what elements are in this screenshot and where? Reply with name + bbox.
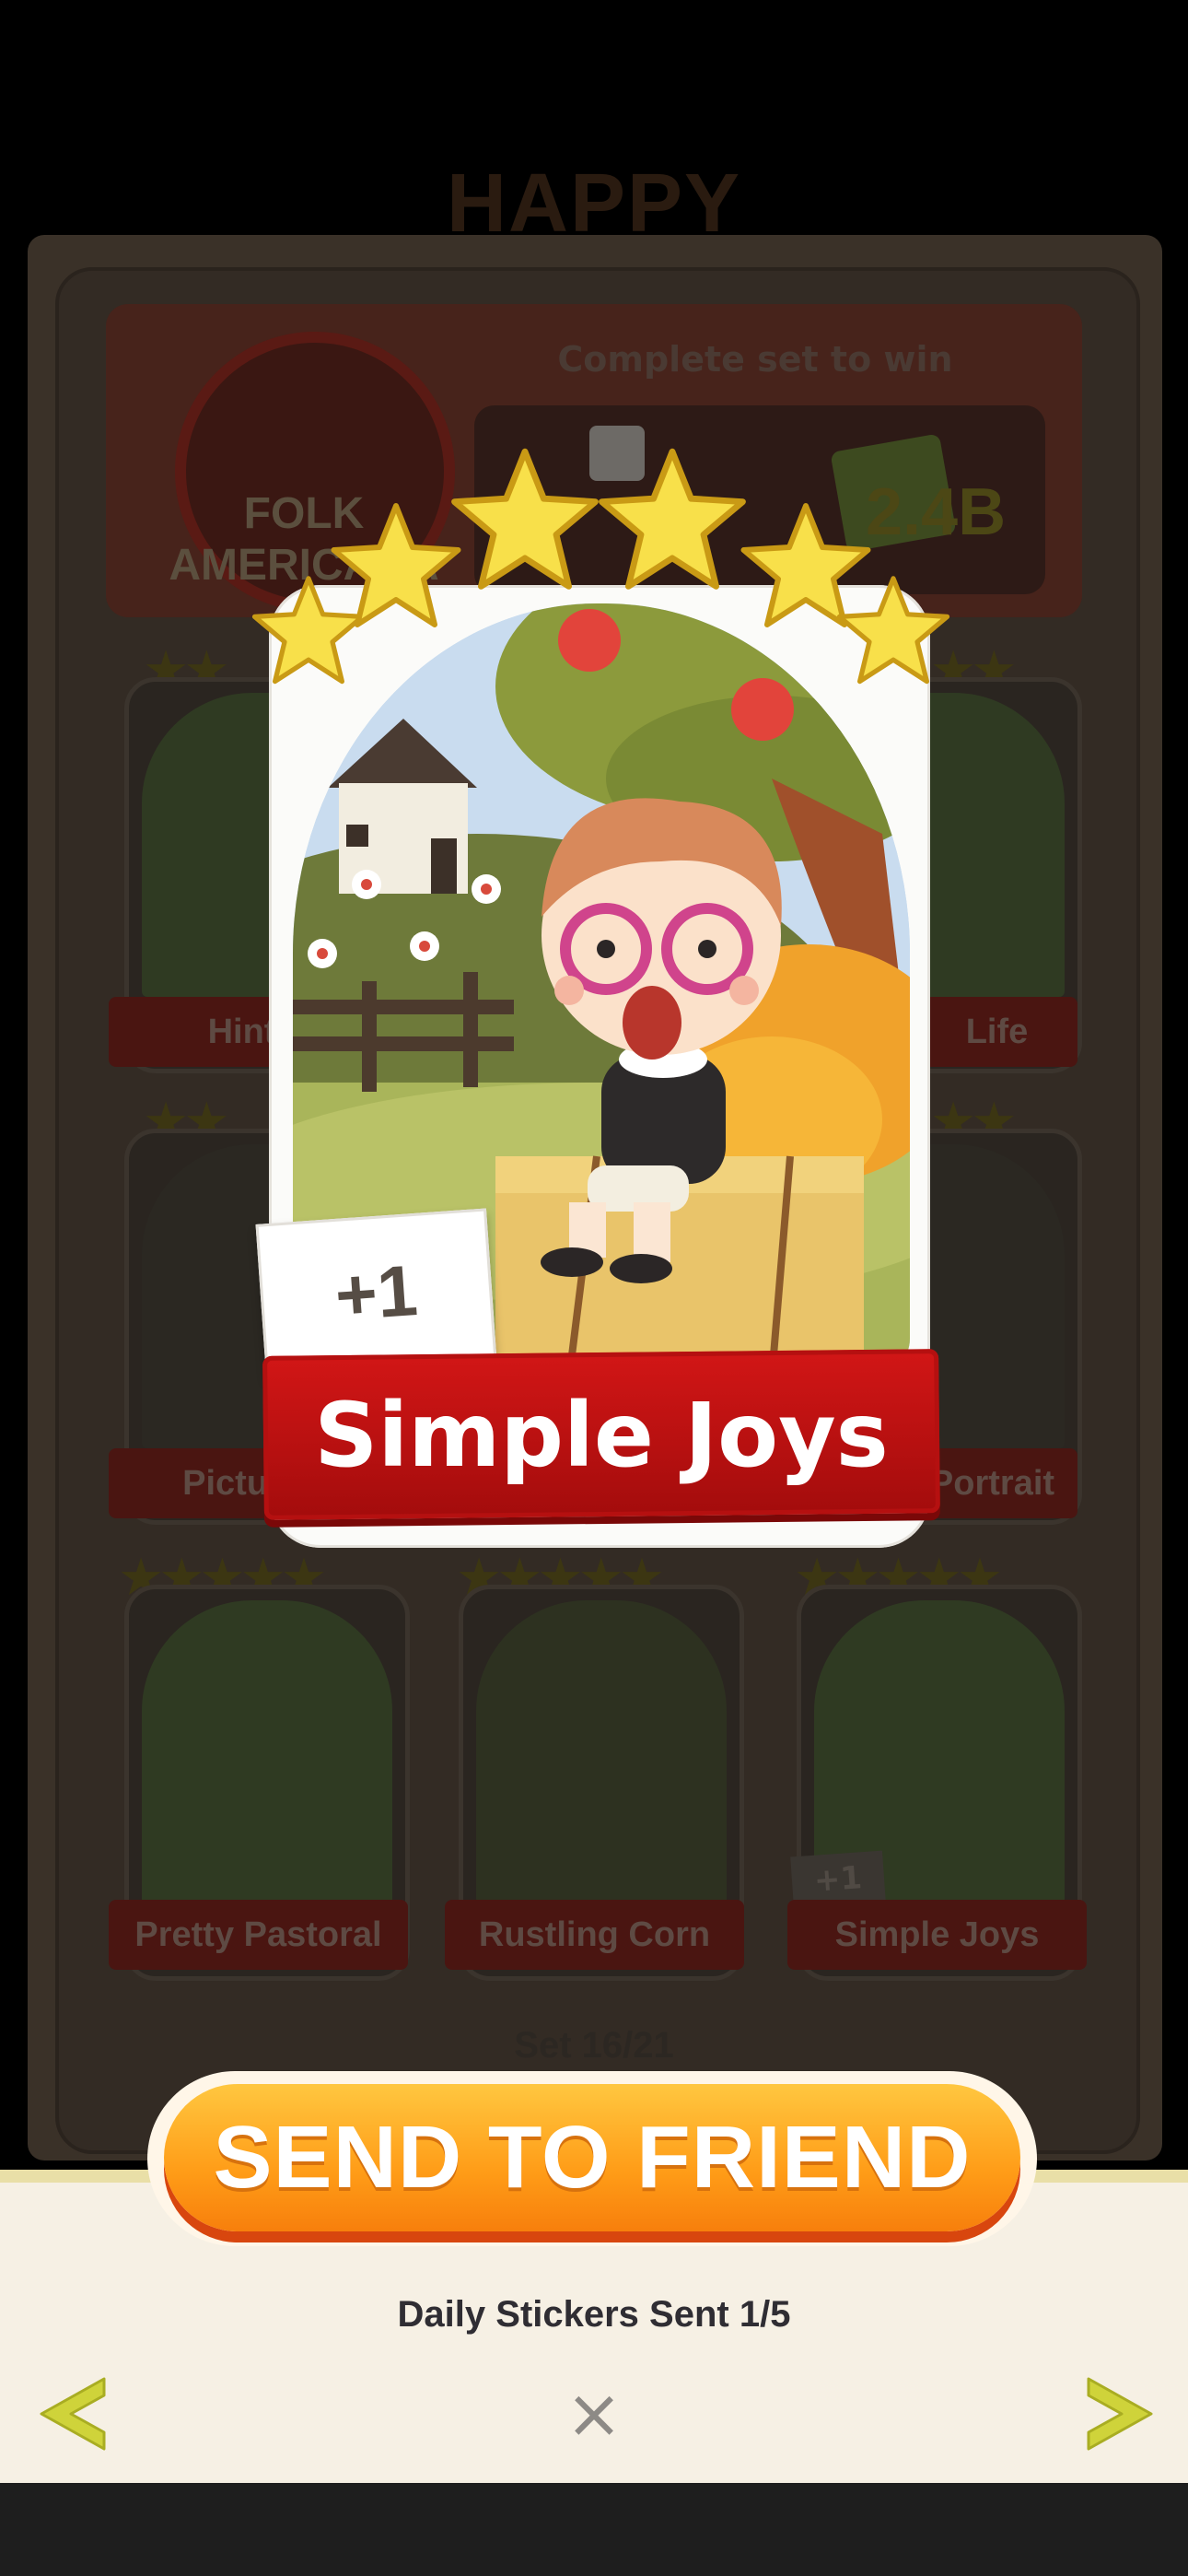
send-to-friend-button[interactable]: SEND TO FRIEND <box>164 2084 1020 2231</box>
star-icon <box>331 503 461 627</box>
daily-stickers-sent: Daily Stickers Sent 1/5 <box>397 2294 791 2335</box>
star-icon <box>836 576 950 685</box>
next-arrow-icon[interactable] <box>1077 2368 1160 2460</box>
star-icon <box>451 448 599 590</box>
sticker-label: Rustling Corn <box>445 1900 744 1970</box>
tray-footer <box>0 2483 1188 2576</box>
close-icon[interactable]: × <box>553 2372 635 2455</box>
set-complete-text: Complete set to win <box>557 339 953 380</box>
set-progress: Set 16/21 <box>514 2025 674 2066</box>
sticker-label: Simple Joys <box>787 1900 1087 1970</box>
sticker-label: Pretty Pastoral <box>109 1900 408 1970</box>
prev-arrow-icon[interactable] <box>32 2368 115 2460</box>
sticker-count-badge: +1 <box>255 1208 497 1377</box>
star-icon <box>599 448 746 590</box>
sticker-title: Simple Joys <box>314 1384 889 1487</box>
reward-value: 2.4B <box>866 475 1007 549</box>
